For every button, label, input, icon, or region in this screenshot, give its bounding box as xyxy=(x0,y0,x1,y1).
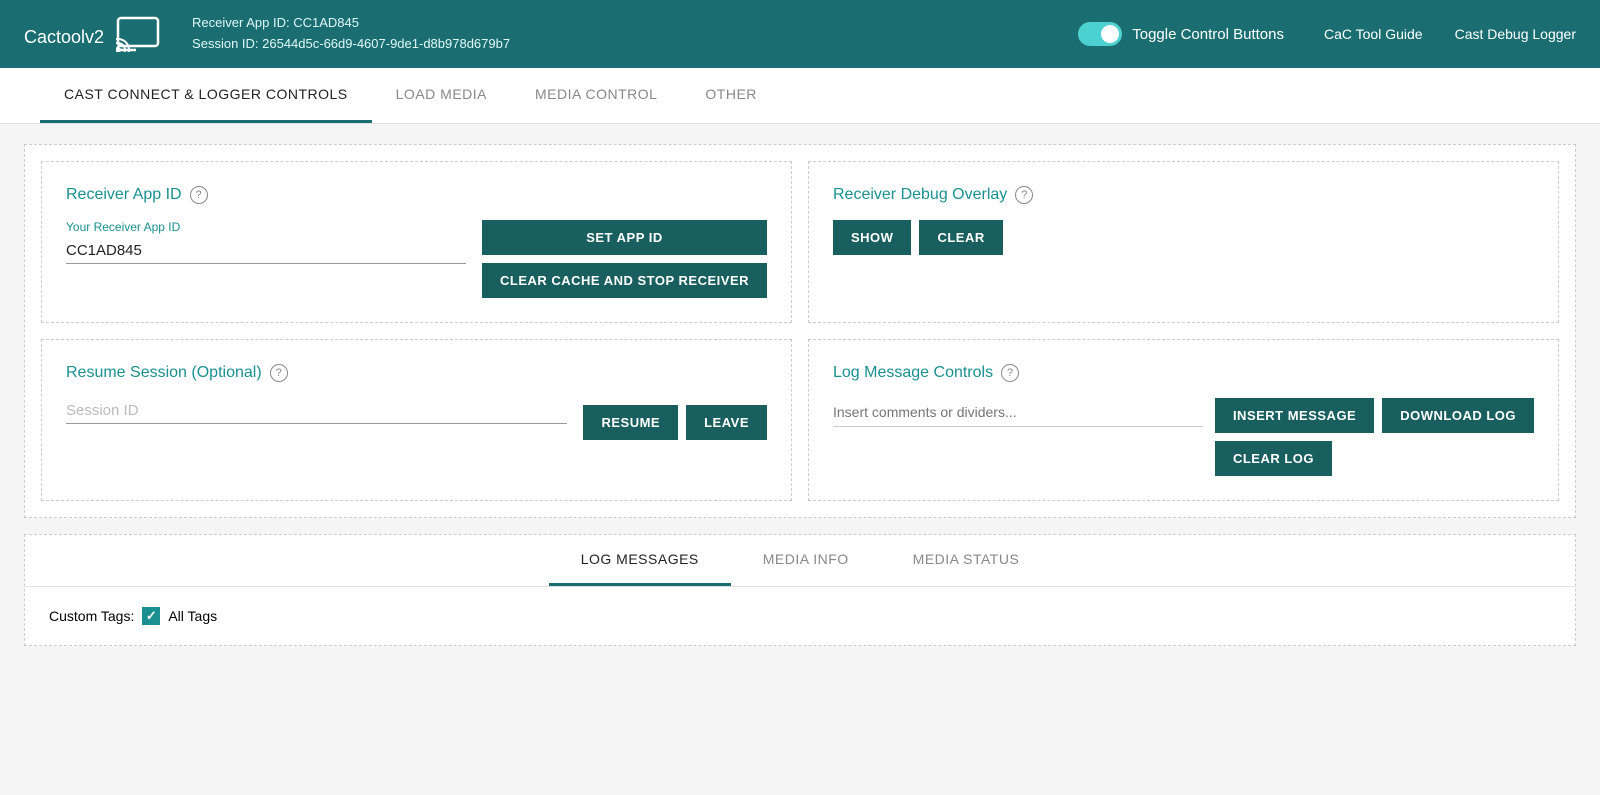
toggle-control-buttons[interactable] xyxy=(1078,22,1122,46)
resume-session-buttons: RESUME LEAVE xyxy=(583,405,767,440)
bottom-tab-media-info[interactable]: MEDIA INFO xyxy=(731,535,881,586)
receiver-app-id-panel: Receiver App ID ? Your Receiver App ID S… xyxy=(41,161,792,323)
custom-tags-label: Custom Tags: xyxy=(49,608,134,624)
main-content: Receiver App ID ? Your Receiver App ID S… xyxy=(0,124,1600,666)
header-nav: CaC Tool Guide Cast Debug Logger xyxy=(1324,26,1576,42)
receiver-app-id-input-label: Your Receiver App ID xyxy=(66,220,466,234)
app-header: Cactoolv2 Receiver App ID: CC1AD845 Sess… xyxy=(0,0,1600,68)
logo-section: Cactoolv2 xyxy=(24,16,160,52)
receiver-debug-overlay-buttons: SHOW CLEAR xyxy=(833,220,1534,255)
resume-session-inner: RESUME LEAVE xyxy=(66,398,767,440)
bottom-tab-log-messages[interactable]: LOG MESSAGES xyxy=(549,535,731,586)
cast-debug-logger-link[interactable]: Cast Debug Logger xyxy=(1455,26,1576,42)
bottom-tab-media-status[interactable]: MEDIA STATUS xyxy=(881,535,1052,586)
clear-cache-stop-receiver-button[interactable]: CLEAR CACHE AND STOP RECEIVER xyxy=(482,263,767,298)
all-tags-label: All Tags xyxy=(168,608,217,624)
custom-tags-row: Custom Tags: All Tags xyxy=(49,607,1551,625)
bottom-content: Custom Tags: All Tags xyxy=(25,587,1575,645)
download-log-button[interactable]: DOWNLOAD LOG xyxy=(1382,398,1534,433)
receiver-app-id-help-icon[interactable]: ? xyxy=(190,186,208,204)
receiver-app-id-left: Your Receiver App ID xyxy=(66,220,466,280)
receiver-app-id-title: Receiver App ID ? xyxy=(66,186,767,204)
bottom-tabs: LOG MESSAGES MEDIA INFO MEDIA STATUS xyxy=(25,535,1575,587)
show-overlay-button[interactable]: SHOW xyxy=(833,220,911,255)
session-id-header: Session ID: 26544d5c-66d9-4607-9de1-d8b9… xyxy=(192,34,1078,55)
set-app-id-button[interactable]: SET APP ID xyxy=(482,220,767,255)
toggle-label: Toggle Control Buttons xyxy=(1132,26,1284,43)
log-message-controls-panel: Log Message Controls ? INSERT MESSAGE DO… xyxy=(808,339,1559,501)
logo-text: Cactoolv2 xyxy=(24,18,104,50)
bottom-section: LOG MESSAGES MEDIA INFO MEDIA STATUS Cus… xyxy=(24,534,1576,646)
leave-button[interactable]: LEAVE xyxy=(686,405,767,440)
tab-cast-connect[interactable]: CAST CONNECT & LOGGER CONTROLS xyxy=(40,68,372,123)
panels-grid: Receiver App ID ? Your Receiver App ID S… xyxy=(24,144,1576,518)
tab-load-media[interactable]: LOAD MEDIA xyxy=(372,68,511,123)
log-buttons-row-1: INSERT MESSAGE DOWNLOAD LOG xyxy=(1215,398,1534,433)
header-info: Receiver App ID: CC1AD845 Session ID: 26… xyxy=(192,13,1078,55)
main-tabs: CAST CONNECT & LOGGER CONTROLS LOAD MEDI… xyxy=(0,68,1600,124)
receiver-debug-overlay-panel: Receiver Debug Overlay ? SHOW CLEAR xyxy=(808,161,1559,323)
log-comment-input[interactable] xyxy=(833,398,1203,427)
receiver-app-id-buttons: SET APP ID CLEAR CACHE AND STOP RECEIVER xyxy=(482,220,767,298)
resume-session-title: Resume Session (Optional) ? xyxy=(66,364,767,382)
log-controls-inner: INSERT MESSAGE DOWNLOAD LOG CLEAR LOG xyxy=(833,398,1534,476)
logo-version: v2 xyxy=(85,27,104,47)
resume-session-help-icon[interactable]: ? xyxy=(270,364,288,382)
cac-tool-guide-link[interactable]: CaC Tool Guide xyxy=(1324,26,1423,42)
resume-session-input-wrap xyxy=(66,398,567,440)
log-message-controls-title: Log Message Controls ? xyxy=(833,364,1534,382)
receiver-app-id-header: Receiver App ID: CC1AD845 xyxy=(192,13,1078,34)
receiver-debug-overlay-help-icon[interactable]: ? xyxy=(1015,186,1033,204)
receiver-app-id-input[interactable] xyxy=(66,238,466,264)
receiver-app-id-inner: Your Receiver App ID SET APP ID CLEAR CA… xyxy=(66,220,767,298)
logo-name: Cactool xyxy=(24,27,85,47)
tab-media-control[interactable]: MEDIA CONTROL xyxy=(511,68,681,123)
resume-button[interactable]: RESUME xyxy=(583,405,678,440)
toggle-section: Toggle Control Buttons xyxy=(1078,22,1284,46)
resume-session-panel: Resume Session (Optional) ? RESUME LEAVE xyxy=(41,339,792,501)
session-id-input[interactable] xyxy=(66,398,567,424)
clear-log-button[interactable]: CLEAR LOG xyxy=(1215,441,1332,476)
cast-icon xyxy=(116,16,160,52)
tab-other[interactable]: OTHER xyxy=(681,68,781,123)
insert-message-button[interactable]: INSERT MESSAGE xyxy=(1215,398,1374,433)
log-message-controls-help-icon[interactable]: ? xyxy=(1001,364,1019,382)
receiver-debug-overlay-title: Receiver Debug Overlay ? xyxy=(833,186,1534,204)
log-buttons: INSERT MESSAGE DOWNLOAD LOG CLEAR LOG xyxy=(1215,398,1534,476)
clear-overlay-button[interactable]: CLEAR xyxy=(919,220,1002,255)
log-buttons-row-2: CLEAR LOG xyxy=(1215,441,1534,476)
all-tags-checkbox[interactable] xyxy=(142,607,160,625)
